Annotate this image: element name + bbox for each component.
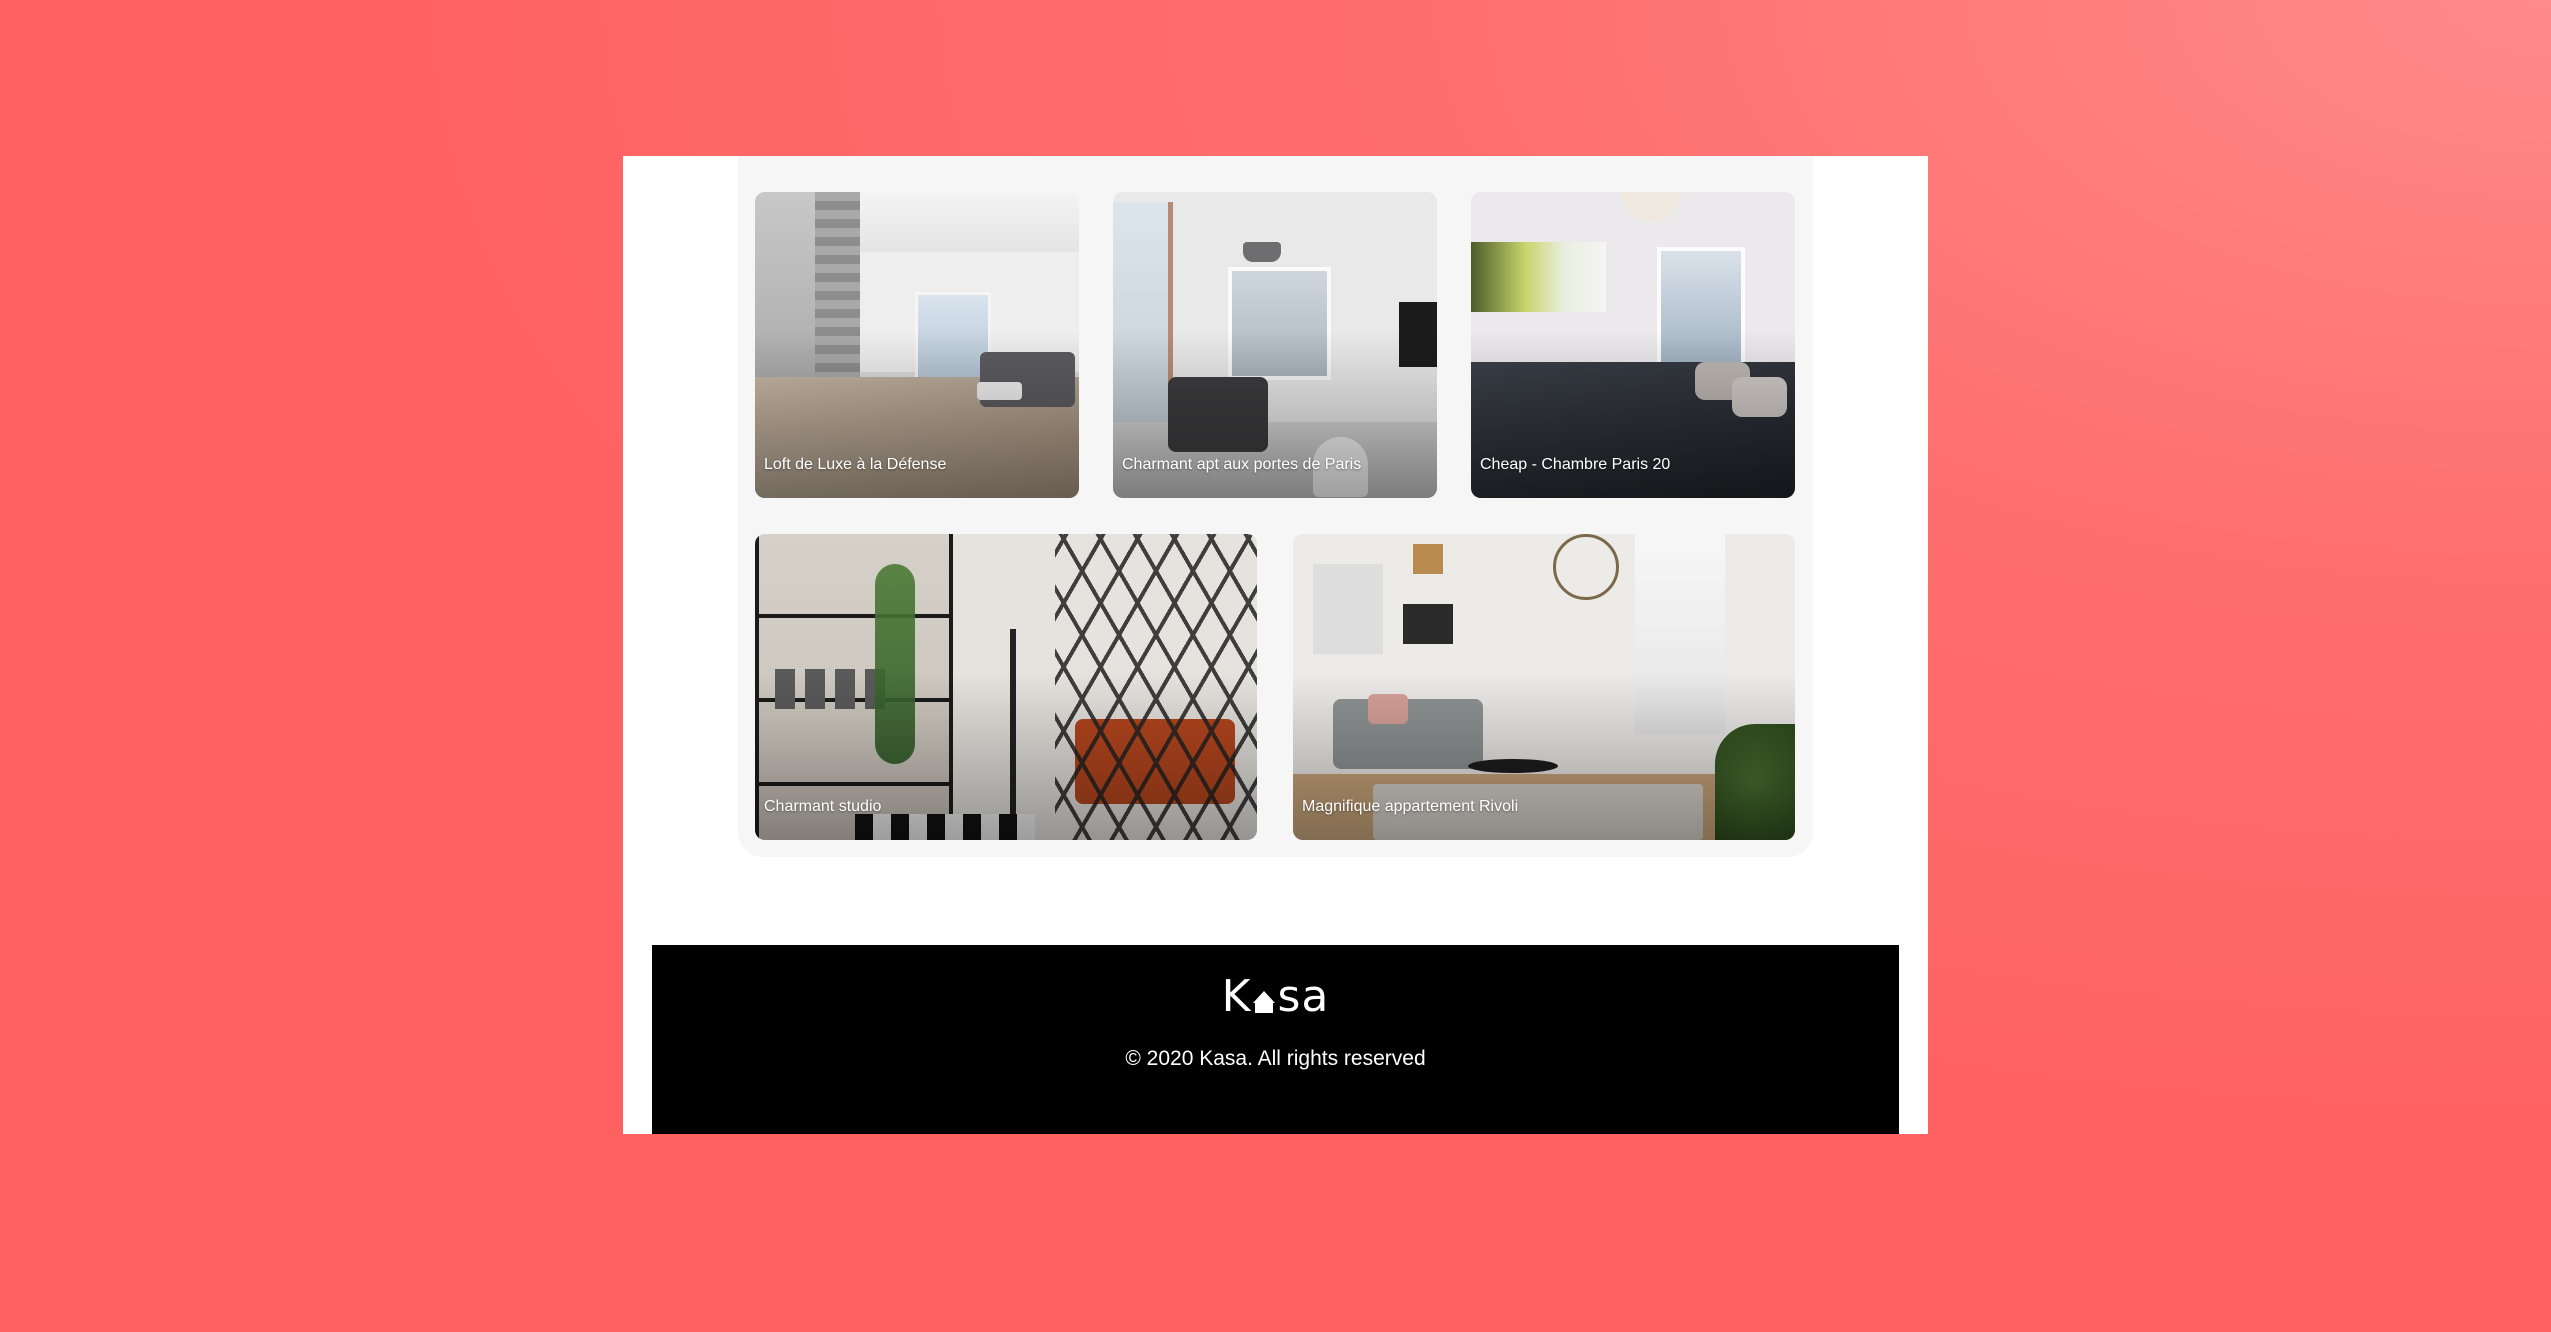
logo-letters-sa: sa [1277,971,1330,1022]
housing-card-title: Charmant studio [764,798,882,815]
housing-card[interactable]: Loft de Luxe à la Défense [755,192,1079,498]
house-icon [1253,991,1276,1013]
housing-card[interactable]: Charmant studio [755,534,1257,840]
page-viewport: Loft de Luxe à la Défense Charmant apt a… [623,156,1928,1134]
footer: Ksa © 2020 Kasa. All rights reserved [652,945,1899,1134]
housing-card[interactable]: Charmant apt aux portes de Paris [1113,192,1437,498]
housing-card[interactable]: Magnifique appartement Rivoli [1293,534,1795,840]
logo-letter-k: K [1221,971,1252,1022]
housing-card[interactable]: Cheap - Chambre Paris 20 [1471,192,1795,498]
housing-card-title: Cheap - Chambre Paris 20 [1480,456,1671,473]
housing-card-title: Charmant apt aux portes de Paris [1122,456,1362,473]
housing-gallery: Loft de Luxe à la Défense Charmant apt a… [738,156,1813,857]
footer-logo: Ksa [652,971,1899,1022]
housing-card-title: Loft de Luxe à la Défense [764,456,947,473]
housing-card-title: Magnifique appartement Rivoli [1302,798,1519,815]
copyright-text: © 2020 Kasa. All rights reserved [1125,1047,1426,1070]
